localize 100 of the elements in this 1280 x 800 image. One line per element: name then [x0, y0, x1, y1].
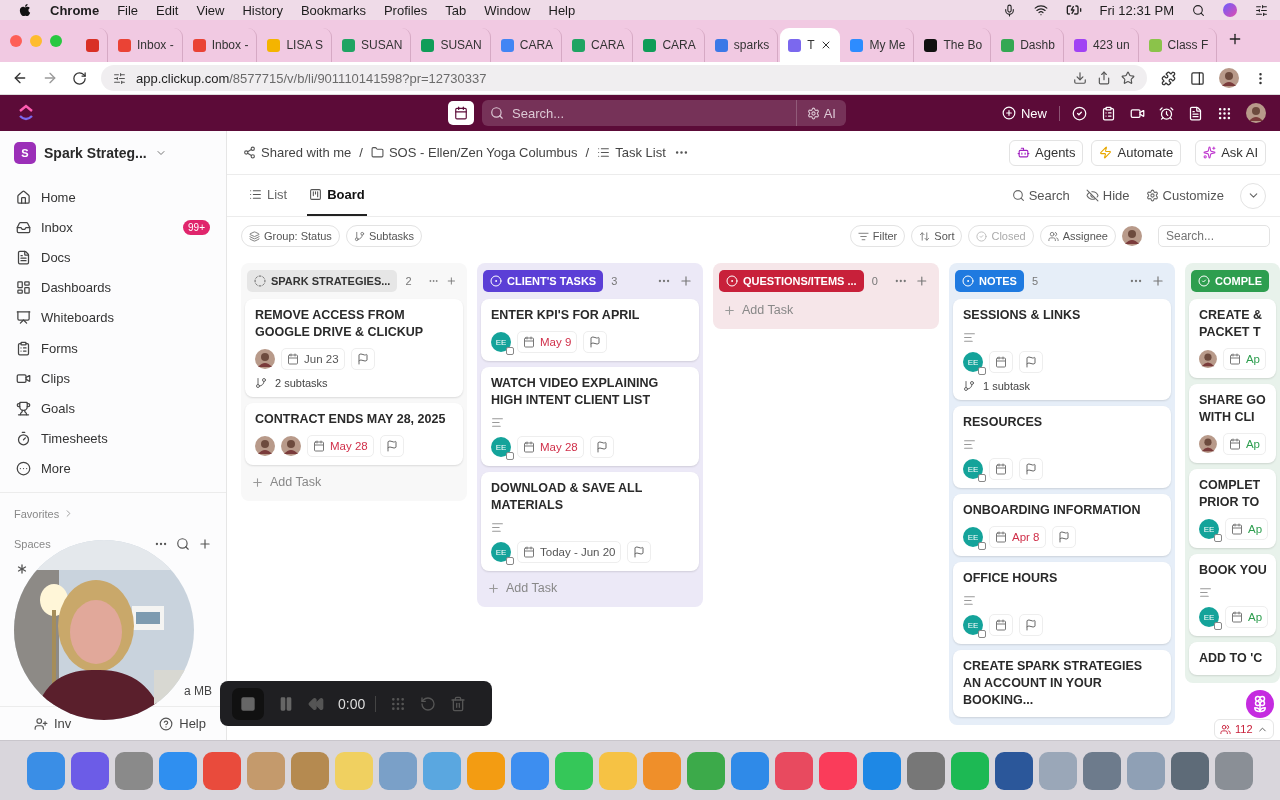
side-panel-icon[interactable] — [1190, 70, 1205, 86]
search-icon[interactable] — [176, 536, 190, 551]
browser-tab[interactable]: T — [780, 28, 841, 62]
calendar-button[interactable] — [448, 101, 474, 125]
check-circle-icon[interactable] — [1072, 105, 1087, 121]
due-date-button[interactable] — [989, 614, 1013, 636]
dock-app-icon[interactable] — [27, 751, 65, 790]
search-field[interactable]: Search... — [1158, 225, 1270, 247]
breadcrumb-link[interactable]: Shared with me — [243, 145, 352, 160]
address-field[interactable]: app.clickup.com/8577715/v/b/li/901110141598?pr=12730337 — [101, 65, 1147, 91]
trash-icon[interactable] — [450, 695, 467, 712]
task-card[interactable]: WATCH VIDEO EXPLAINING HIGH INTENT CLIENT LIST EE May 28 — [481, 367, 699, 466]
due-date-button[interactable] — [989, 351, 1013, 373]
status-badge[interactable]: NOTES — [955, 270, 1024, 292]
add-icon[interactable] — [198, 536, 212, 551]
dock-app-icon[interactable] — [907, 751, 945, 790]
nav-item[interactable]: Docs — [0, 242, 226, 273]
toolbar-pill[interactable]: Assignee — [1039, 225, 1116, 247]
toolbar-pill[interactable]: Group: Status — [241, 225, 340, 247]
nav-item[interactable]: Home — [0, 182, 226, 213]
pause-icon[interactable] — [278, 695, 294, 712]
due-date-button[interactable] — [989, 458, 1013, 480]
nav-item[interactable]: Forms — [0, 332, 226, 364]
task-card[interactable]: ONBOARDING INFORMATION EE Apr 8 — [953, 494, 1171, 556]
dock-app-icon[interactable] — [995, 751, 1033, 790]
alarm-clock-icon[interactable] — [1159, 105, 1174, 121]
task-card[interactable]: SESSIONS & LINKS EE 1 subtask — [953, 299, 1171, 400]
due-date-button[interactable]: May 28 — [517, 436, 584, 458]
rewind-icon[interactable] — [308, 695, 324, 712]
add-icon[interactable] — [1151, 274, 1165, 288]
invite-link[interactable]: Inv — [54, 716, 72, 731]
logo-icon[interactable] — [18, 104, 34, 122]
toolbar-pill[interactable]: Filter — [849, 225, 906, 247]
new-button[interactable]: New — [1002, 105, 1060, 121]
dock-app-icon[interactable] — [1171, 751, 1209, 790]
search-field[interactable]: Search... AI — [482, 100, 846, 126]
nav-item[interactable]: Whiteboards — [0, 302, 226, 333]
add-icon[interactable] — [446, 274, 457, 288]
task-card[interactable]: RESOURCES EE — [953, 406, 1171, 488]
dock-app-icon[interactable] — [687, 751, 725, 790]
menu-app-name[interactable]: Chrome — [50, 2, 100, 18]
status-badge[interactable]: SPARK STRATEGIES... — [247, 270, 398, 292]
document-icon[interactable] — [1188, 105, 1203, 121]
menu-item[interactable]: Window — [484, 2, 531, 18]
priority-button[interactable] — [1051, 526, 1076, 548]
extensions-icon[interactable] — [1161, 70, 1176, 86]
menu-item[interactable]: File — [117, 2, 139, 18]
nav-item[interactable]: More — [0, 453, 226, 484]
priority-button[interactable] — [627, 541, 652, 563]
menu-item[interactable]: Bookmarks — [300, 2, 366, 18]
task-card[interactable]: BOOK YOU EE Ap — [1189, 554, 1276, 636]
due-date-button[interactable]: Today - Jun 20 — [517, 541, 622, 563]
close-window-icon[interactable] — [10, 35, 22, 47]
priority-button[interactable] — [1019, 351, 1043, 373]
nav-item[interactable]: Inbox 99+ — [0, 212, 226, 243]
priority-button[interactable] — [583, 331, 608, 353]
dock-app-icon[interactable] — [511, 751, 549, 790]
nav-item[interactable]: Goals — [0, 393, 226, 424]
control-center-icon[interactable] — [1255, 3, 1268, 17]
menu-item[interactable]: View — [196, 2, 225, 18]
dock-app-icon[interactable] — [159, 751, 197, 790]
task-card[interactable]: COMPLET PRIOR TO EE Ap — [1189, 469, 1276, 548]
view-action-button[interactable]: Search — [1011, 188, 1070, 203]
due-date-button[interactable]: Ap — [1225, 606, 1269, 628]
dock-app-icon[interactable] — [1083, 751, 1121, 790]
favorites-heading[interactable]: Favorites — [14, 507, 60, 520]
dock-app-icon[interactable] — [1215, 751, 1253, 790]
toolbar-pill[interactable]: Sort — [911, 225, 963, 247]
dock-app-icon[interactable] — [291, 751, 329, 790]
status-badge[interactable]: QUESTIONS/ITEMS ... — [719, 270, 864, 292]
header-action-button[interactable]: Automate — [1091, 139, 1182, 166]
dock-app-icon[interactable] — [863, 751, 901, 790]
breadcrumb-link[interactable]: Task List — [597, 145, 666, 160]
user-name[interactable]: a MB — [184, 684, 212, 698]
apps-grid-icon[interactable] — [1217, 105, 1232, 121]
nav-item[interactable]: Clips — [0, 363, 226, 394]
add-icon[interactable] — [915, 274, 929, 288]
clock[interactable]: Fri 12:31 PM — [1099, 2, 1174, 18]
view-tab[interactable]: Board — [307, 175, 367, 216]
dock-app-icon[interactable] — [203, 751, 241, 790]
priority-button[interactable] — [1019, 458, 1043, 480]
ai-button[interactable]: AI — [795, 100, 846, 126]
task-card[interactable]: CREATE SPARK STRATEGIES AN ACCOUNT IN YOUR BOOKING... — [953, 650, 1171, 717]
view-action-button[interactable]: Customize — [1145, 188, 1224, 203]
due-date-button[interactable]: Jun 23 — [281, 348, 345, 370]
priority-button[interactable] — [589, 436, 614, 458]
due-date-button[interactable]: May 9 — [517, 331, 578, 353]
stop-button[interactable] — [232, 687, 264, 720]
menu-item[interactable]: Tab — [445, 2, 467, 18]
priority-button[interactable] — [350, 348, 375, 370]
dock-app-icon[interactable] — [775, 751, 813, 790]
flower-button[interactable] — [1246, 690, 1274, 718]
wifi-icon[interactable] — [1033, 3, 1048, 17]
toolbar-pill[interactable]: Subtasks — [345, 225, 423, 247]
site-settings-icon[interactable] — [113, 71, 126, 85]
nav-item[interactable]: Timesheets — [0, 423, 226, 454]
dock-app-icon[interactable] — [731, 751, 769, 790]
menu-item[interactable]: History — [242, 2, 283, 18]
task-card[interactable]: OFFICE HOURS EE — [953, 562, 1171, 644]
bookmark-star-icon[interactable] — [1121, 71, 1135, 85]
